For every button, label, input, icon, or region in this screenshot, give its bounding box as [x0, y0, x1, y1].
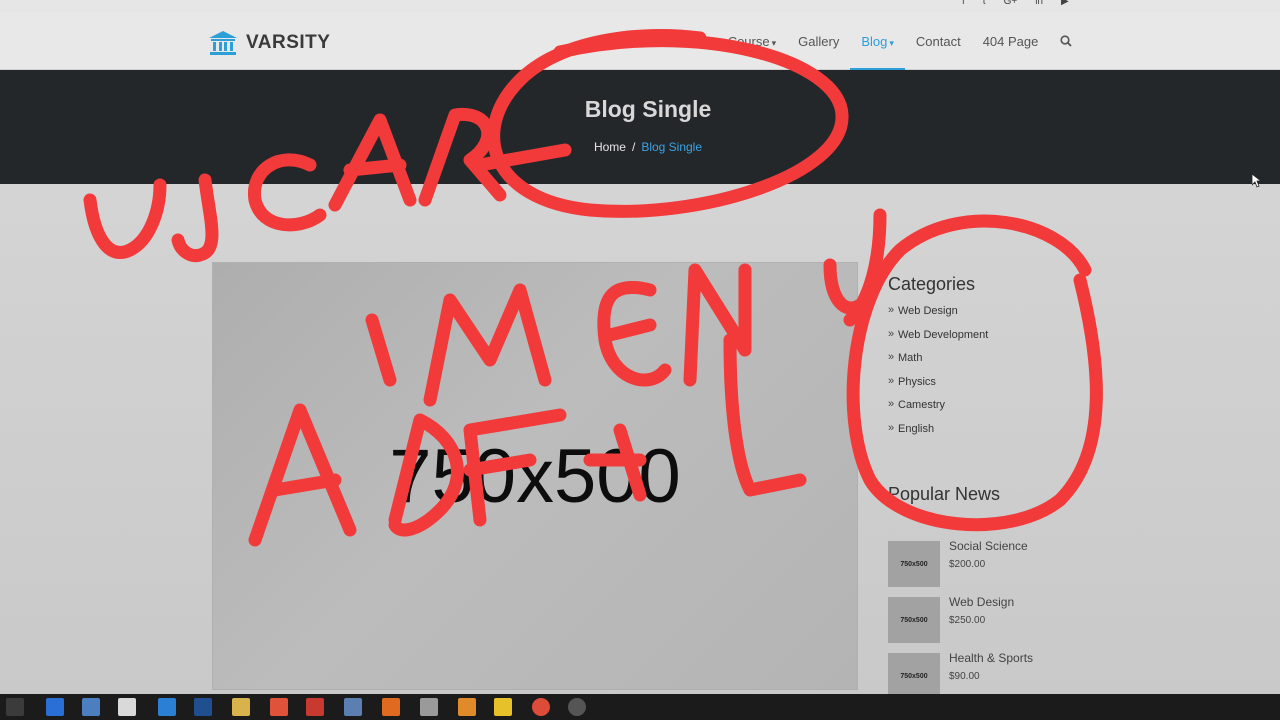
page-banner: Blog Single Home / Blog Single [0, 70, 1280, 184]
mouse-cursor-icon [1252, 174, 1262, 188]
site-logo[interactable]: VARSITY [208, 30, 330, 56]
popular-news-title: Popular News [888, 484, 1001, 504]
breadcrumb-current: Blog Single [641, 140, 703, 154]
google-plus-icon[interactable]: G+ [1004, 0, 1018, 7]
categories-list: Web Design Web Development Math Physics … [888, 304, 1148, 447]
windows-start-icon[interactable] [6, 698, 24, 716]
powershell-icon[interactable] [194, 698, 212, 716]
popular-news-item[interactable]: 750x500 Health & Sports $90.00 [888, 617, 1148, 694]
file-explorer-icon[interactable] [232, 698, 250, 716]
main-nav: Home Course ▾ Gallery Blog ▾ Contact 404 P… [660, 12, 1077, 70]
page-title: Blog Single [584, 96, 712, 122]
site-header: VARSITY Home Course ▾ Gallery Blog ▾ Conta… [0, 12, 1280, 70]
vscode-icon[interactable] [158, 698, 176, 716]
news-thumbnail[interactable]: 750x500 [888, 653, 940, 694]
app-icon[interactable] [306, 698, 324, 716]
nav-course[interactable]: Course ▾ [717, 12, 787, 70]
chrome-icon[interactable] [532, 698, 550, 716]
social-links: f t G+ in ▶ [962, 0, 1069, 7]
facebook-icon[interactable]: f [962, 0, 965, 7]
sublime-text-icon[interactable] [382, 698, 400, 716]
category-link[interactable]: Web Design [888, 304, 1148, 329]
browser-screen: f t G+ in ▶ VARSITY Home Course ▾ Gallery… [0, 0, 1280, 694]
nav-blog[interactable]: Blog ▾ [850, 12, 905, 70]
twitter-icon[interactable]: t [983, 0, 986, 7]
category-link[interactable]: Math [888, 351, 1148, 376]
calculator-icon[interactable] [420, 698, 438, 716]
chevron-down-icon: ▾ [889, 38, 894, 48]
breadcrumb-home[interactable]: Home [594, 140, 626, 154]
windows-taskbar [0, 694, 1280, 720]
linkedin-icon[interactable]: in [1035, 0, 1043, 7]
top-info-bar: f t G+ in ▶ [0, 0, 1280, 12]
post-image-placeholder: 750x500 [212, 262, 858, 690]
nav-404-page[interactable]: 404 Page [972, 12, 1050, 70]
category-link[interactable]: Physics [888, 375, 1148, 400]
app-icon[interactable] [458, 698, 476, 716]
logo-text: VARSITY [246, 32, 331, 53]
university-icon [209, 31, 237, 55]
search-icon[interactable] [1055, 12, 1077, 70]
news-price: $90.00 [949, 671, 980, 682]
popular-news-item[interactable]: 750x500 Social Science $200.00 [888, 505, 1148, 587]
settings-gear-icon[interactable] [568, 698, 586, 716]
news-title[interactable]: Health & Sports [949, 651, 1033, 665]
nav-gallery[interactable]: Gallery [787, 12, 850, 70]
xampp-icon[interactable] [270, 698, 288, 716]
category-link[interactable]: English [888, 422, 1148, 447]
nav-home[interactable]: Home [660, 12, 717, 70]
news-title[interactable]: Social Science [949, 539, 1028, 553]
popular-news-widget: Popular News 750x500 Social Science $200… [888, 484, 1148, 694]
post-image-size-label: 750x500 [389, 434, 681, 519]
news-title[interactable]: Web Design [949, 595, 1014, 609]
popular-news-item[interactable]: 750x500 Web Design $250.00 [888, 561, 1148, 643]
categories-title: Categories [888, 274, 976, 294]
edge-browser-icon[interactable] [46, 698, 64, 716]
nav-contact[interactable]: Contact [905, 12, 972, 70]
categories-widget: Categories Web Design Web Development Ma… [888, 274, 1148, 446]
chevron-down-icon: ▾ [771, 38, 777, 48]
network-icon[interactable] [344, 698, 362, 716]
breadcrumb-separator: / [631, 140, 636, 154]
sticky-notes-icon[interactable] [494, 698, 512, 716]
category-link[interactable]: Camestry [888, 398, 1148, 423]
store-icon[interactable] [82, 698, 100, 716]
breadcrumb: Home / Blog Single [0, 140, 1280, 154]
youtube-icon[interactable]: ▶ [1061, 0, 1069, 7]
category-link[interactable]: Web Development [888, 328, 1148, 353]
mail-icon[interactable] [118, 698, 136, 716]
